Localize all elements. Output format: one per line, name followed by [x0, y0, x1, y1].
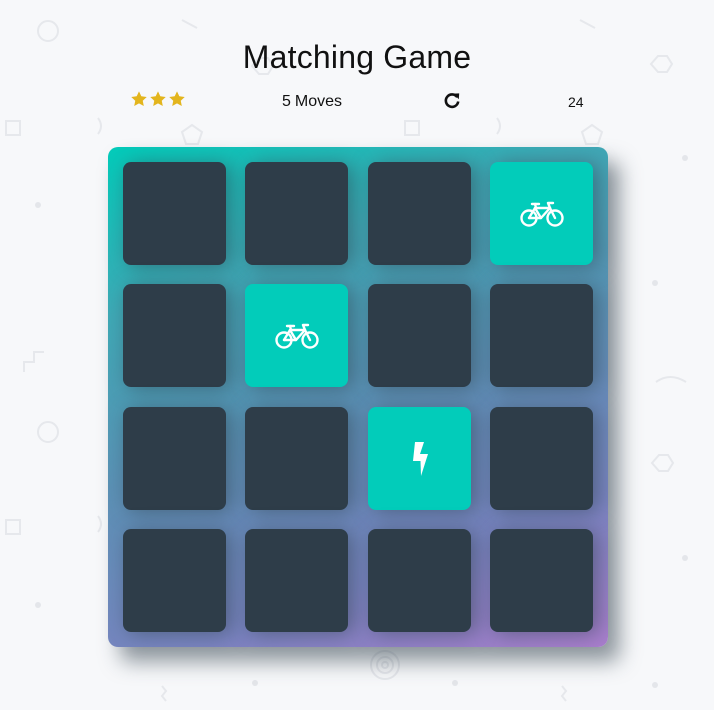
bicycle-icon [519, 201, 564, 227]
card[interactable] [490, 407, 593, 510]
card[interactable] [123, 162, 226, 265]
card[interactable] [245, 407, 348, 510]
card[interactable] [490, 529, 593, 632]
star-icon [169, 91, 185, 107]
card[interactable] [368, 529, 471, 632]
card[interactable] [123, 529, 226, 632]
card[interactable] [123, 407, 226, 510]
card[interactable] [368, 162, 471, 265]
card[interactable] [123, 284, 226, 387]
card-open[interactable] [368, 407, 471, 510]
star-icon [131, 91, 147, 107]
card[interactable] [368, 284, 471, 387]
card-open[interactable] [490, 162, 593, 265]
bolt-icon [412, 441, 428, 476]
card[interactable] [245, 529, 348, 632]
timer: 24 [568, 94, 584, 110]
card[interactable] [490, 284, 593, 387]
bicycle-icon [274, 323, 319, 349]
restart-button[interactable] [442, 91, 462, 111]
page-title: Matching Game [242, 39, 472, 76]
card-deck [108, 147, 608, 647]
moves-label: Moves [294, 93, 343, 110]
moves-counter: 5 Moves [282, 93, 342, 111]
restart-icon [444, 93, 460, 109]
card[interactable] [245, 162, 348, 265]
star-icon [150, 91, 166, 107]
moves-count: 5 [282, 93, 291, 110]
score-panel: 5 Moves 24 [130, 88, 590, 116]
card-open[interactable] [245, 284, 348, 387]
star-rating [130, 90, 186, 108]
